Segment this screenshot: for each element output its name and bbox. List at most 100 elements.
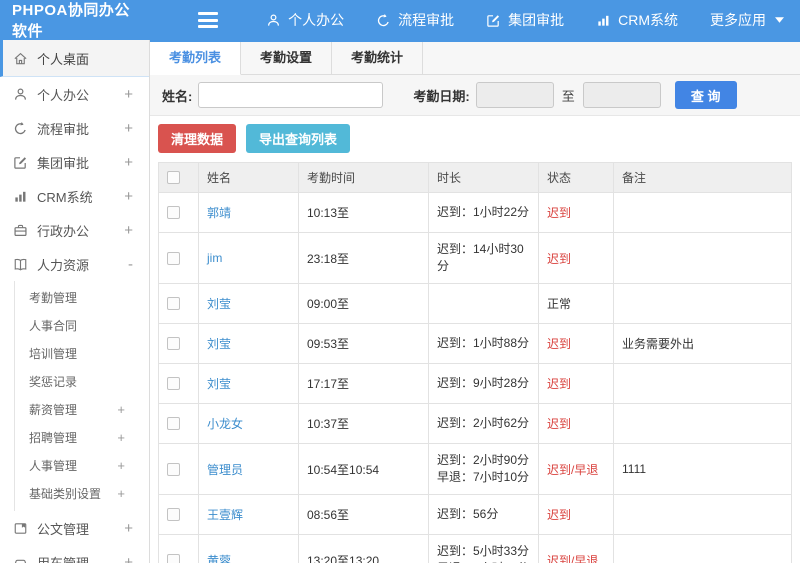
column-header: 备注 [613,162,792,193]
employee-name-link[interactable]: 王壹辉 [207,508,243,522]
row-checkbox[interactable] [167,337,180,350]
query-button[interactable]: 查 询 [674,81,737,109]
topnav-item-label: 集团审批 [508,12,565,28]
hamburger-icon[interactable] [197,12,219,28]
row-checkbox[interactable] [167,553,180,563]
tab-attendance-settings[interactable]: 考勤设置 [241,42,333,74]
sidebar-item[interactable]: 公文管理 + [0,511,149,545]
row-checkbox[interactable] [167,417,180,430]
sidebar-submenu: 考勤管理 人事合同 培训管理 奖惩记录 薪资管理 + 招聘管理 + 人事管理 + 基础类别设置 + [14,281,149,511]
expand-toggle[interactable]: + [124,154,133,171]
select-all-checkbox[interactable] [167,171,180,184]
table-row: 刘莹 09:00至 正常 [158,283,792,324]
note-cell [613,494,792,535]
sidebar-item-label: 个人办公 [37,87,90,103]
row-checkbox[interactable] [167,508,180,521]
sidebar-subitem[interactable]: 奖惩记录 [15,367,149,395]
sidebar-subitem[interactable]: 人事合同 [15,311,149,339]
row-checkbox[interactable] [167,462,180,476]
topnav-item-label: 流程审批 [398,12,455,28]
expand-toggle[interactable]: + [124,120,133,137]
sidebar-subitem-label: 招聘管理 [29,430,78,445]
date-from-input[interactable] [475,82,554,108]
row-checkbox[interactable] [167,377,180,390]
note-cell [613,283,792,324]
expand-toggle[interactable]: + [117,486,125,501]
sidebar-subitem[interactable]: 考勤管理 [15,283,149,311]
topnav-item[interactable]: 集团审批 [470,0,580,40]
duration-cell: 迟到：9小时28分 [428,363,539,404]
table-row: jim 23:18至 迟到：14小时30分 迟到 [158,232,792,284]
attendance-time-cell: 13:20至13:20 [298,534,429,563]
expand-toggle[interactable]: + [124,222,133,239]
table-row: 刘莹 09:53至 迟到：1小时88分 迟到 业务需要外出 [158,323,792,364]
table-header-row: 姓名 考勤时间 时长 状态 备注 [158,162,792,193]
sidebar-item[interactable]: 流程审批 + [0,111,149,145]
expand-toggle[interactable]: + [124,554,133,563]
sidebar-item[interactable]: CRM系统 + [0,179,149,213]
clean-data-button[interactable]: 清理数据 [158,124,237,153]
sidebar-subitem[interactable]: 招聘管理 + [15,423,149,451]
topnav-item[interactable]: 流程审批 [360,0,470,40]
topnav-item-label: 个人办公 [288,12,345,28]
tab-bar: 考勤列表 考勤设置 考勤统计 [150,42,800,75]
employee-name-link[interactable]: 黄蓉 [207,554,231,563]
expand-toggle[interactable]: + [117,430,125,445]
sidebar-subitem-label: 考勤管理 [29,290,78,305]
employee-name-link[interactable]: 刘莹 [207,297,231,311]
table-row: 黄蓉 13:20至13:20迟到：5小时33分 早退：4小时67分迟到/早退 [158,534,792,563]
row-checkbox[interactable] [167,206,180,219]
sidebar-subitem[interactable]: 人事管理 + [15,451,149,479]
attendance-time-cell: 17:17至 [298,363,429,404]
sidebar-item-label: 人力资源 [37,257,90,273]
edit-icon [13,155,28,170]
tab-attendance-list[interactable]: 考勤列表 [150,42,242,75]
topnav-item[interactable]: CRM系统 [580,0,694,40]
sidebar-subitem-label: 人事合同 [29,318,78,333]
sidebar-item[interactable]: 行政办公 + [0,213,149,247]
sidebar-item-label: 个人桌面 [37,51,90,67]
status-cell: 迟到 [538,363,614,404]
sidebar-subitem-label: 薪资管理 [29,402,78,417]
export-list-button[interactable]: 导出查询列表 [246,124,351,153]
note-cell [613,534,792,563]
top-navigation: 个人办公 流程审批 集团审批 CRM系统 更多应用 [250,0,800,40]
sidebar-subitem[interactable]: 基础类别设置 + [15,479,149,507]
sidebar-subitem[interactable]: 薪资管理 + [15,395,149,423]
sidebar-item[interactable]: 个人办公 + [0,77,149,111]
topnav-item[interactable]: 个人办公 [250,0,360,40]
sidebar: 个人桌面 个人办公 + 流程审批 + 集团审批 + CRM系统 + 行政办公 + 人力资源 - 考勤管理人… [0,40,150,563]
employee-name-link[interactable]: 管理员 [207,463,243,477]
date-label: 考勤日期: [413,88,470,104]
expand-toggle[interactable]: + [117,458,125,473]
employee-name-link[interactable]: 刘莹 [207,337,231,351]
employee-name-link[interactable]: 郭靖 [207,206,231,220]
expand-toggle[interactable]: + [124,86,133,103]
duration-cell: 迟到：1小时22分 [428,192,539,233]
sidebar-item-label: 流程审批 [37,121,90,137]
sidebar-subitem[interactable]: 培训管理 [15,339,149,367]
date-to-input[interactable] [582,82,661,108]
row-checkbox[interactable] [167,297,180,310]
topnav-item[interactable]: 更多应用 [694,0,800,40]
sidebar-subitem-label: 培训管理 [29,346,78,361]
employee-name-link[interactable]: 刘莹 [207,377,231,391]
expand-toggle[interactable]: - [128,256,133,273]
expand-toggle[interactable]: + [124,520,133,537]
employee-name-link[interactable]: 小龙女 [207,417,243,431]
row-checkbox[interactable] [167,251,180,265]
expand-toggle[interactable]: + [117,402,125,417]
sidebar-item-label: 集团审批 [37,155,90,171]
name-input[interactable] [198,82,384,108]
sidebar-item[interactable]: 人力资源 - [0,247,149,281]
note-cell [613,192,792,233]
sidebar-item[interactable]: 个人桌面 [0,40,149,77]
expand-toggle[interactable]: + [124,188,133,205]
sidebar-subitem-label: 基础类别设置 [29,486,102,501]
sidebar-item[interactable]: 用车管理 + [0,545,149,563]
employee-name-link[interactable]: jim [207,251,222,265]
tab-attendance-stats[interactable]: 考勤统计 [332,42,424,74]
duration-cell: 迟到：56分 [428,494,539,535]
doc-icon [13,521,28,536]
sidebar-item[interactable]: 集团审批 + [0,145,149,179]
